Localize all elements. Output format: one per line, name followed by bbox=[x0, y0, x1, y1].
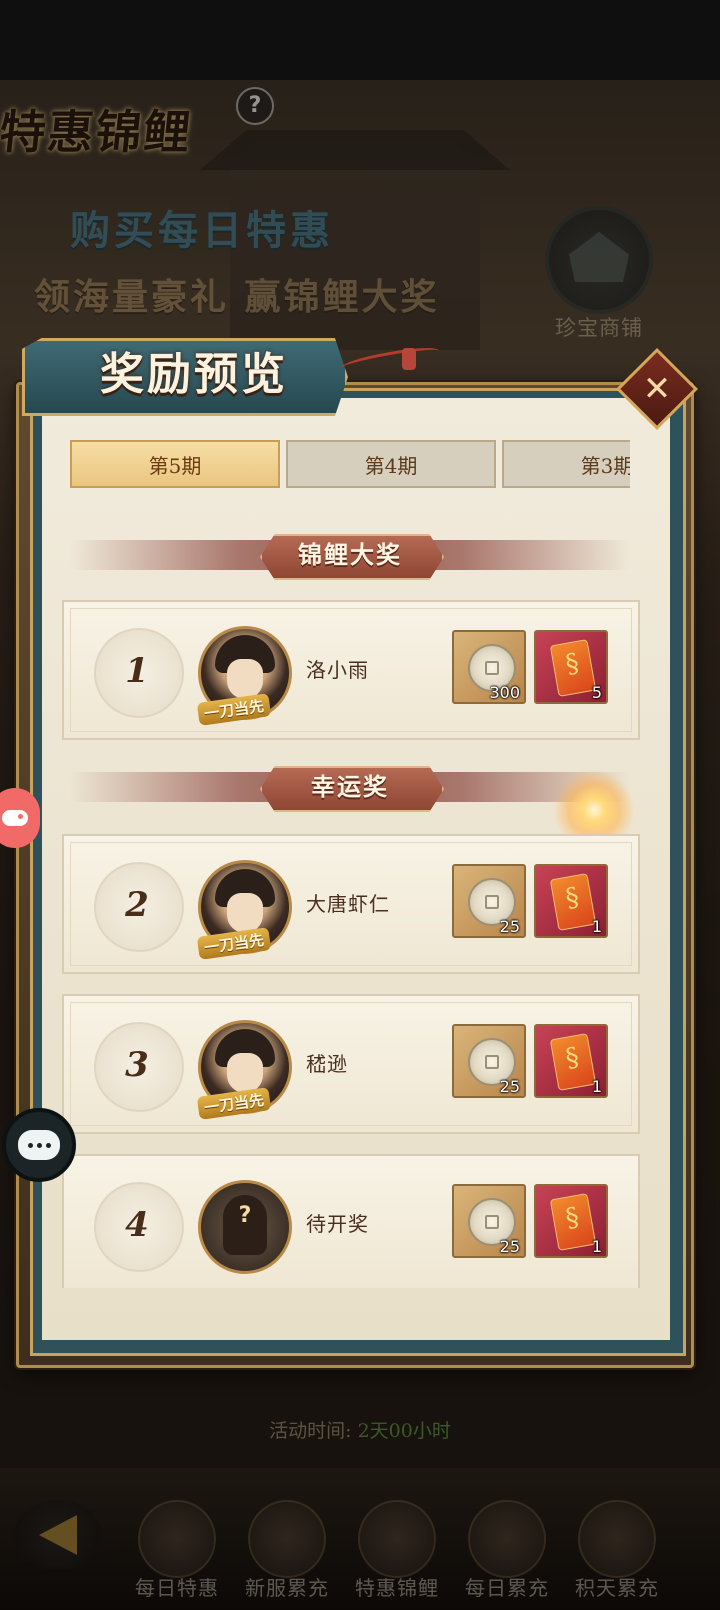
player-name: 洛小雨 bbox=[306, 658, 369, 682]
winner-row: 4 ? 待开奖 25 1 bbox=[62, 1154, 640, 1288]
red-envelope-reward[interactable]: 1 bbox=[534, 1184, 608, 1258]
player-name: 待开奖 bbox=[306, 1212, 369, 1236]
red-envelope-icon bbox=[549, 873, 597, 931]
rank-number: 3 bbox=[125, 1045, 149, 1085]
red-envelope-reward[interactable]: 1 bbox=[534, 1024, 608, 1098]
tab-period-4[interactable]: 第4期 bbox=[286, 440, 496, 488]
rank-number: 1 bbox=[125, 651, 149, 691]
reward-quantity: 25 bbox=[499, 1237, 520, 1256]
mystery-avatar: ? bbox=[198, 1180, 292, 1274]
rank-number: 4 bbox=[125, 1205, 149, 1245]
copper-coin-reward[interactable]: 25 bbox=[452, 1184, 526, 1258]
copper-coin-reward[interactable]: 300 bbox=[452, 630, 526, 704]
lucky-prize-title: 幸运奖 bbox=[311, 772, 389, 801]
reward-quantity: 25 bbox=[499, 917, 520, 936]
reward-quantity: 5 bbox=[591, 683, 602, 702]
copper-coin-reward[interactable]: 25 bbox=[452, 1024, 526, 1098]
reward-quantity: 25 bbox=[499, 1077, 520, 1096]
grand-prize-banner: 锦鲤大奖 bbox=[70, 534, 630, 580]
red-envelope-reward[interactable]: 5 bbox=[534, 630, 608, 704]
gamepad-icon bbox=[2, 810, 28, 826]
gamepad-button[interactable] bbox=[0, 788, 40, 848]
red-envelope-icon bbox=[549, 1033, 597, 1091]
tab-period-5[interactable]: 第5期 bbox=[70, 440, 280, 488]
chat-button[interactable] bbox=[2, 1108, 76, 1182]
modal-title: 奖励预览 bbox=[100, 349, 288, 400]
grand-prize-title: 锦鲤大奖 bbox=[298, 540, 402, 569]
reward-quantity: 300 bbox=[489, 683, 520, 702]
chat-bubble-icon bbox=[18, 1130, 60, 1160]
status-bar bbox=[0, 0, 720, 80]
tab-period-3[interactable]: 第3期 bbox=[502, 440, 630, 488]
red-envelope-icon bbox=[549, 639, 597, 697]
rank-number: 2 bbox=[125, 885, 149, 925]
winner-row: 1 一刀当先 洛小雨 300 5 bbox=[62, 600, 640, 740]
player-name: 嵇逊 bbox=[306, 1052, 348, 1076]
player-name: 大唐虾仁 bbox=[306, 892, 390, 916]
question-mark-icon: ? bbox=[238, 1203, 252, 1228]
red-envelope-icon bbox=[549, 1193, 597, 1251]
period-tabs: 第5期 第4期 第3期 bbox=[70, 440, 630, 492]
winner-row: 3 一刀当先 嵇逊 25 1 bbox=[62, 994, 640, 1134]
copper-coin-reward[interactable]: 25 bbox=[452, 864, 526, 938]
reward-quantity: 1 bbox=[591, 1237, 602, 1256]
winner-row: 2 一刀当先 大唐虾仁 25 1 bbox=[62, 834, 640, 974]
reward-quantity: 1 bbox=[591, 1077, 602, 1096]
close-icon: ✕ bbox=[642, 369, 672, 409]
reward-quantity: 1 bbox=[591, 917, 602, 936]
tassel-knot-decoration bbox=[402, 348, 416, 370]
lucky-prize-banner: 幸运奖 bbox=[70, 766, 630, 812]
red-envelope-reward[interactable]: 1 bbox=[534, 864, 608, 938]
